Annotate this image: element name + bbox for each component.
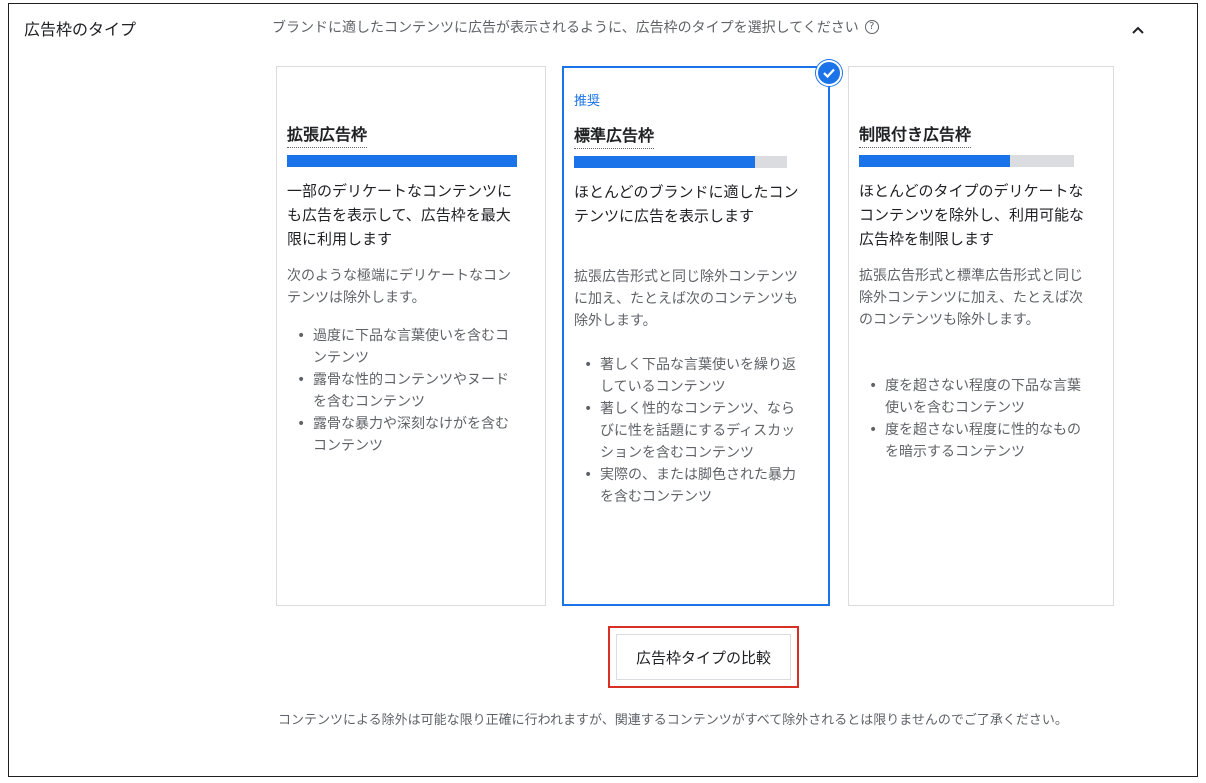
list-item: 過度に下品な言葉使いを含むコンテンツ [287, 325, 522, 369]
collapse-button[interactable] [1124, 16, 1152, 44]
inventory-level-bar [287, 155, 517, 167]
recommended-badge: 推奨 [574, 94, 601, 109]
card-detail: 拡張広告形式と同じ除外コンテンツに加え、たとえば次のコンテンツも除外します。 [574, 269, 798, 329]
card-expanded-inventory[interactable]: 拡張広告枠 一部のデリケートなコンテンツにも広告を表示して、広告枠を最大限に利用… [276, 66, 546, 606]
card-title[interactable]: 拡張広告枠 [287, 121, 368, 148]
list-item: 著しく下品な言葉使いを繰り返しているコンテンツ [574, 354, 799, 398]
section-description-text: ブランドに適したコンテンツに広告が表示されるように、広告枠のタイプを選択してくだ… [272, 20, 859, 36]
card-title[interactable]: 標準広告枠 [574, 122, 655, 149]
card-detail: 次のような極端にデリケートなコンテンツは除外します。 [287, 268, 511, 306]
exclusion-list: 著しく下品な言葉使いを繰り返しているコンテンツ 著しく性的なコンテンツ、ならびに… [574, 354, 799, 508]
card-summary: ほとんどのタイプのデリケートなコンテンツを除外し、利用可能な広告枠を制限します [859, 182, 1085, 248]
list-item: 著しく性的なコンテンツ、ならびに性を話題にするディスカッションを含むコンテンツ [574, 398, 799, 464]
check-circle-icon [816, 60, 842, 86]
card-detail: 拡張広告形式と標準広告形式と同じ除外コンテンツに加え、たとえば次のコンテンツも除… [859, 268, 1083, 328]
list-item: 露骨な暴力や深刻なけがを含むコンテンツ [287, 413, 522, 457]
checkmark-icon [823, 68, 835, 79]
card-summary: 一部のデリケートなコンテンツにも広告を表示して、広告枠を最大限に利用します [287, 182, 513, 248]
card-summary: ほとんどのブランドに適したコンテンツに広告を表示します [574, 183, 799, 225]
section-label: 広告枠のタイプ [24, 20, 137, 39]
inventory-level-fill [859, 155, 1010, 167]
exclusion-list: 度を超さない程度の下品な言葉使いを含むコンテンツ 度を超さない程度に性的なものを… [859, 375, 1084, 463]
inventory-level-bar [574, 156, 787, 168]
card-title[interactable]: 制限付き広告枠 [859, 121, 972, 148]
card-standard-inventory[interactable]: 推奨 標準広告枠 ほとんどのブランドに適したコンテンツに広告を表示します 拡張広… [562, 66, 830, 606]
inventory-level-fill [574, 156, 756, 168]
inventory-level-fill [287, 155, 517, 167]
help-circle-icon[interactable]: ? [864, 20, 879, 34]
footnote: コンテンツによる除外は可能な限り正確に行われますが、関連するコンテンツがすべて除… [278, 713, 1068, 728]
compare-inventory-types-button[interactable]: 広告枠タイプの比較 [616, 634, 791, 680]
exclusion-list: 過度に下品な言葉使いを含むコンテンツ 露骨な性的コンテンツやヌードを含むコンテン… [287, 325, 522, 457]
list-item: 実際の、または脚色された暴力を含むコンテンツ [574, 464, 799, 508]
list-item: 度を超さない程度の下品な言葉使いを含むコンテンツ [859, 375, 1084, 419]
chevron-up-icon [1132, 26, 1144, 34]
inventory-level-bar [859, 155, 1074, 167]
list-item: 露骨な性的コンテンツやヌードを含むコンテンツ [287, 369, 522, 413]
card-limited-inventory[interactable]: 制限付き広告枠 ほとんどのタイプのデリケートなコンテンツを除外し、利用可能な広告… [848, 66, 1114, 606]
section-description: ブランドに適したコンテンツに広告が表示されるように、広告枠のタイプを選択してくだ… [272, 17, 879, 37]
list-item: 度を超さない程度に性的なものを暗示するコンテンツ [859, 419, 1084, 463]
